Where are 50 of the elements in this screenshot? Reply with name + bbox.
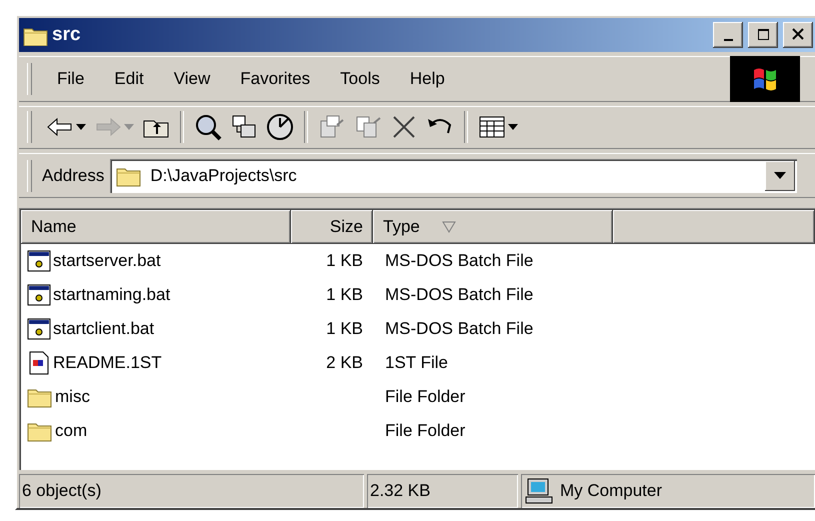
address-label: Address <box>42 166 104 186</box>
batch-file-icon <box>27 250 51 272</box>
menu-item[interactable]: Tools <box>325 62 395 96</box>
window-title: src <box>52 24 82 46</box>
close-button[interactable] <box>783 22 813 48</box>
menu-item[interactable]: Favorites <box>225 62 326 96</box>
maximize-icon <box>756 28 770 42</box>
column-header[interactable]: Type <box>373 210 613 244</box>
file-type: File Folder <box>384 387 466 408</box>
menu-item[interactable]: Help <box>394 62 460 96</box>
file-type: 1ST File <box>384 353 448 374</box>
windows-logo <box>730 56 800 102</box>
computer-icon <box>524 477 554 506</box>
file-name[interactable]: com <box>55 421 88 442</box>
dropdown-button[interactable] <box>765 160 795 191</box>
menu-item[interactable]: View <box>158 62 226 96</box>
file-type: MS-DOS Batch File <box>384 251 534 272</box>
caret-icon <box>774 172 786 180</box>
file-type: File Folder <box>384 421 466 442</box>
file-size: 1 KB <box>325 251 364 272</box>
file-type: MS-DOS Batch File <box>384 319 534 340</box>
status-zone: My Computer <box>560 481 662 502</box>
address-field[interactable]: D:\JavaProjects\src <box>110 158 797 193</box>
menu-item[interactable]: Edit <box>99 62 159 96</box>
document-icon <box>27 351 51 376</box>
clock-icon <box>266 113 294 142</box>
minimize-button[interactable] <box>713 22 743 48</box>
batch-file-icon <box>27 284 51 306</box>
file-type: MS-DOS Batch File <box>384 285 534 306</box>
caret-icon <box>76 124 86 130</box>
close-icon <box>792 28 804 42</box>
file-name[interactable]: misc <box>55 387 90 408</box>
file-name[interactable]: README.1ST <box>53 353 162 374</box>
file-name[interactable]: startnaming.bat <box>53 285 170 306</box>
minimize-icon <box>724 38 732 41</box>
column-header[interactable]: Name <box>21 210 291 244</box>
caret-icon <box>508 124 518 130</box>
maximize-button[interactable] <box>748 22 778 48</box>
status-objects: 6 object(s) <box>19 474 364 508</box>
file-size: 2 KB <box>325 353 364 374</box>
file-name[interactable]: startclient.bat <box>53 319 154 340</box>
caret-icon <box>124 124 134 130</box>
menu-item[interactable]: File <box>42 62 100 96</box>
column-header[interactable]: Size <box>291 210 373 244</box>
batch-file-icon <box>27 318 51 340</box>
status-size: 2.32 KB <box>367 474 518 508</box>
magnifier-icon <box>194 113 222 142</box>
file-name[interactable]: startserver.bat <box>53 251 161 272</box>
file-size: 1 KB <box>325 319 364 340</box>
file-size: 1 KB <box>325 285 364 306</box>
